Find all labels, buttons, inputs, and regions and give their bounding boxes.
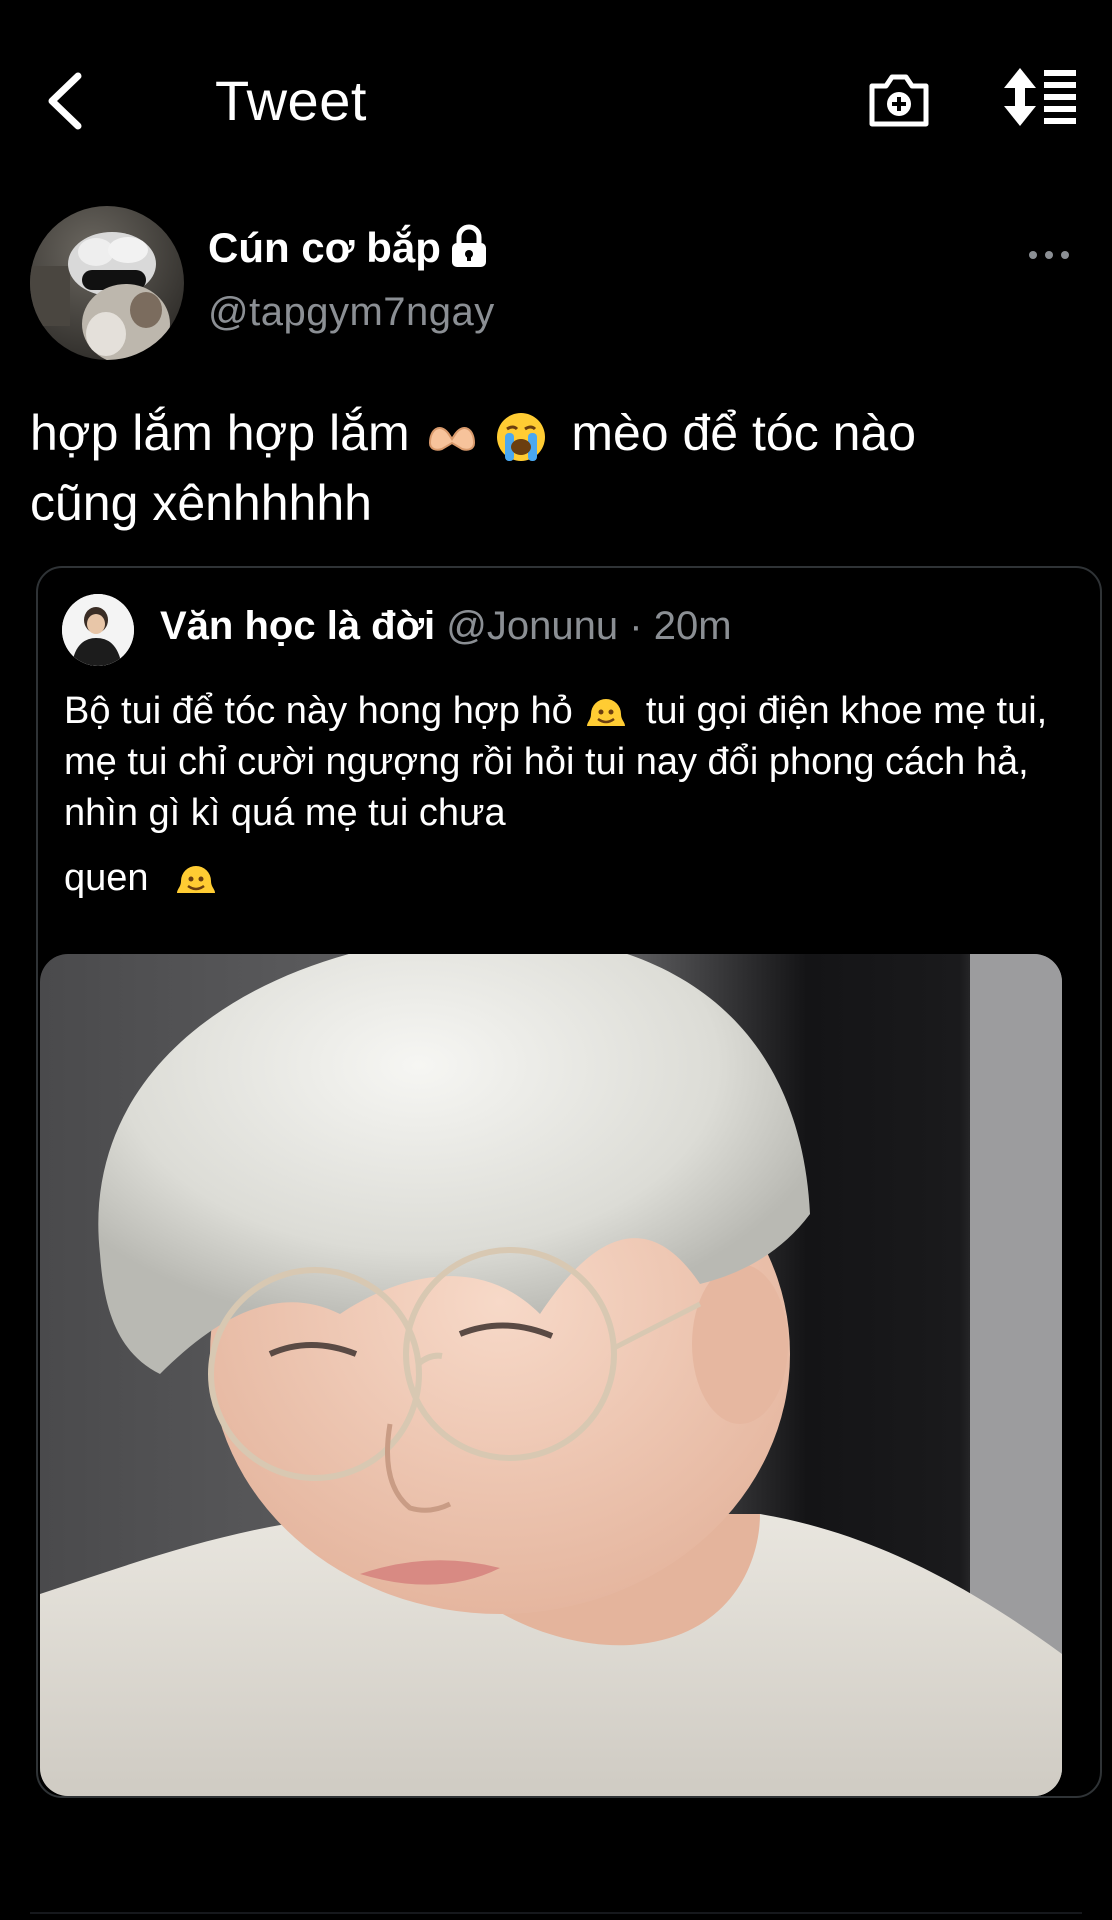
quoted-author-handle[interactable]: @Jonunu — [446, 604, 618, 648]
quoted-author-name[interactable]: Văn học là đời — [160, 604, 435, 648]
author-handle[interactable]: @tapgym7ngay — [208, 290, 495, 335]
back-chevron-icon — [48, 72, 82, 130]
quoted-tweet-photo[interactable] — [40, 954, 1062, 1796]
divider — [30, 1912, 1082, 1914]
quoted-author-avatar[interactable] — [62, 594, 134, 666]
add-photo-button[interactable] — [866, 66, 932, 132]
sort-list-icon — [1004, 68, 1076, 126]
camera-add-icon — [869, 74, 929, 127]
quoted-tweet-header: Văn học là đời @Jonunu · 20m — [160, 604, 732, 649]
heart-hands-emoji — [428, 426, 475, 451]
top-app-bar: Tweet — [0, 0, 1112, 200]
page-title: Tweet — [215, 69, 367, 132]
more-horizontal-icon — [1029, 251, 1069, 259]
tweet-text-part: hợp lắm hợp lắm — [30, 405, 410, 461]
tweet-text-part: cũng xênhhhhh — [30, 475, 372, 531]
quoted-tweet-text: Bộ tui để tóc này hong hợp hỏ tui gọi đi… — [64, 686, 1074, 904]
quoted-tweet-card[interactable]: Văn học là đời @Jonunu · 20m Bộ tui để t… — [36, 566, 1102, 1798]
tweet-text: hợp lắm hợp lắm mèo để tóc nào cũng xênh… — [30, 398, 1090, 538]
tweet-text-part: mèo để tóc nào — [571, 405, 917, 461]
loudly-crying-face-emoji — [497, 412, 546, 461]
avatar-image — [62, 594, 134, 666]
back-button[interactable] — [40, 66, 96, 136]
author-display-name[interactable]: Cún cơ bắp — [208, 224, 441, 272]
photo-white-haired-person-glasses — [40, 954, 1062, 1796]
more-options-button[interactable] — [1026, 240, 1072, 270]
author-avatar[interactable] — [30, 206, 184, 360]
quoted-tweet-time: 20m — [653, 604, 732, 648]
melting-face-emoji — [587, 698, 626, 726]
quoted-text-part: quen — [64, 857, 149, 899]
lock-icon — [452, 224, 486, 267]
melting-face-emoji — [177, 865, 216, 893]
sort-replies-button[interactable] — [1002, 66, 1078, 128]
quoted-text-part: Bộ tui để tóc này hong hợp hỏ — [64, 690, 573, 732]
meta-separator: · — [629, 604, 643, 648]
avatar-image — [30, 206, 184, 360]
